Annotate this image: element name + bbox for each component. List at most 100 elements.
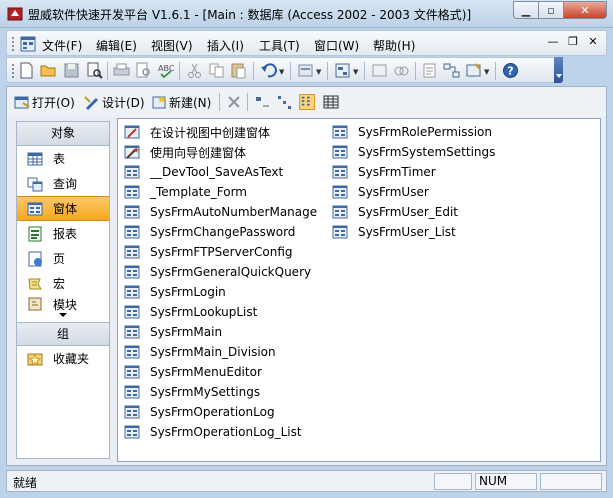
list-item[interactable]: __DevTool_SaveAsText xyxy=(124,162,317,182)
form-icon xyxy=(124,205,140,219)
list-item[interactable]: 使用向导创建窗体 xyxy=(124,142,317,162)
new-icon xyxy=(152,95,166,109)
office-links-dropdown-icon[interactable]: ▼ xyxy=(316,68,321,76)
list-item-label: SysFrmGeneralQuickQuery xyxy=(150,265,312,279)
new-file-icon[interactable] xyxy=(18,62,35,79)
new-button[interactable]: 新建(N) xyxy=(151,93,211,111)
database-toolbar: 打开(O) 设计(D) 新建(N) xyxy=(7,87,606,117)
table-icon xyxy=(27,152,43,165)
objects-item[interactable]: 报表 xyxy=(17,221,109,246)
svg-text:ABC: ABC xyxy=(158,64,174,73)
objects-item-label: 查询 xyxy=(53,177,78,191)
large-icons-view-icon[interactable] xyxy=(254,94,270,110)
new-object-icon[interactable] xyxy=(465,62,482,79)
list-item[interactable]: SysFrmMain xyxy=(124,322,317,342)
menu-tools[interactable]: 工具(T) xyxy=(259,37,300,54)
objects-item[interactable]: 模块 xyxy=(17,296,109,312)
form-icon xyxy=(124,345,140,359)
menu-file[interactable]: 文件(F) xyxy=(42,37,82,54)
objects-item[interactable]: 查询 xyxy=(17,171,109,196)
cut-icon[interactable] xyxy=(186,62,203,79)
paste-icon[interactable] xyxy=(230,62,247,79)
menu-help[interactable]: 帮助(H) xyxy=(373,37,415,54)
open-button[interactable]: 打开(O) xyxy=(14,93,75,111)
open-folder-icon[interactable] xyxy=(40,62,57,79)
details-view-icon[interactable] xyxy=(323,94,339,110)
analyze-dropdown-icon[interactable]: ▼ xyxy=(353,68,358,76)
list-item[interactable]: SysFrmMain_Division xyxy=(124,342,317,362)
toolbar-options-button[interactable] xyxy=(554,57,563,83)
toolbar-separator xyxy=(219,93,220,111)
list-item[interactable]: SysFrmChangePassword xyxy=(124,222,317,242)
list-item-label: SysFrmTimer xyxy=(358,165,436,179)
groups-header[interactable]: 组 xyxy=(17,322,109,346)
print-preview-icon[interactable] xyxy=(135,62,152,79)
file-search-icon[interactable] xyxy=(86,62,103,79)
list-item[interactable]: SysFrmFTPServerConfig xyxy=(124,242,317,262)
office-links-icon[interactable] xyxy=(297,62,314,79)
relationships-icon[interactable] xyxy=(443,62,460,79)
save-icon[interactable] xyxy=(63,62,80,79)
list-item[interactable]: SysFrmMySettings xyxy=(124,382,317,402)
list-item[interactable]: 在设计视图中创建窗体 xyxy=(124,122,317,142)
list-item[interactable]: SysFrmTimer xyxy=(332,162,495,182)
objects-item-label: 模块 xyxy=(53,298,78,312)
mdi-restore-button[interactable]: ❐ xyxy=(566,35,580,48)
undo-icon[interactable] xyxy=(260,62,277,79)
mdi-close-button[interactable]: ✕ xyxy=(586,35,600,48)
database-window: 打开(O) 设计(D) 新建(N) 对象 表查询窗体 报表页宏模块 组 收藏夹 在… xyxy=(6,86,607,466)
objects-header[interactable]: 对象 xyxy=(17,122,109,146)
list-item[interactable]: SysFrmOperationLog_List xyxy=(124,422,317,442)
form-icon xyxy=(124,165,140,179)
list-item[interactable]: SysFrmMenuEditor xyxy=(124,362,317,382)
design-button[interactable]: 设计(D) xyxy=(84,93,145,111)
new-object-dropdown-icon[interactable]: ▼ xyxy=(484,68,489,76)
list-item[interactable]: SysFrmLookupList xyxy=(124,302,317,322)
minimize-button[interactable]: ▁ xyxy=(513,1,538,19)
groups-item[interactable]: 收藏夹 xyxy=(17,346,109,371)
list-item[interactable]: SysFrmUser_List xyxy=(332,222,495,242)
new-label: 新建(N) xyxy=(169,95,212,110)
database-window-icon[interactable] xyxy=(20,36,36,52)
menu-edit[interactable]: 编辑(E) xyxy=(96,37,137,54)
menu-window[interactable]: 窗口(W) xyxy=(314,37,359,54)
list-item[interactable]: SysFrmLogin xyxy=(124,282,317,302)
menu-view[interactable]: 视图(V) xyxy=(151,37,193,54)
close-button[interactable]: ✕ xyxy=(563,1,607,19)
undo-dropdown-icon[interactable]: ▼ xyxy=(279,68,284,76)
properties-icon[interactable] xyxy=(421,62,438,79)
list-item-label: SysFrmMain xyxy=(150,325,223,339)
code-icon[interactable] xyxy=(371,62,388,79)
print-icon[interactable] xyxy=(113,62,130,79)
objects-item[interactable]: 宏 xyxy=(17,271,109,296)
help-icon[interactable]: ? xyxy=(502,62,519,79)
list-item[interactable]: SysFrmGeneralQuickQuery xyxy=(124,262,317,282)
objects-item[interactable]: 窗体 xyxy=(17,196,109,221)
toolbar-separator xyxy=(290,62,291,80)
objects-item-label: 页 xyxy=(53,252,66,266)
list-item[interactable]: SysFrmRolePermission xyxy=(332,122,495,142)
list-item[interactable]: SysFrmUser_Edit xyxy=(332,202,495,222)
objects-item[interactable]: 页 xyxy=(17,246,109,271)
mdi-minimize-button[interactable]: — xyxy=(546,35,560,48)
list-item-label: SysFrmUser_Edit xyxy=(358,205,459,219)
toolbar-grip[interactable] xyxy=(11,63,15,79)
list-item[interactable]: SysFrmOperationLog xyxy=(124,402,317,422)
script-editor-icon[interactable] xyxy=(393,62,410,79)
analyze-icon[interactable] xyxy=(334,62,351,79)
list-item[interactable]: SysFrmSystemSettings xyxy=(332,142,495,162)
menu-insert[interactable]: 插入(I) xyxy=(207,37,244,54)
delete-icon[interactable] xyxy=(226,94,242,110)
list-item[interactable]: SysFrmAutoNumberManage xyxy=(124,202,317,222)
objects-scroll-down-button[interactable] xyxy=(17,312,109,320)
spelling-icon[interactable]: ABC xyxy=(157,62,174,79)
small-icons-view-icon[interactable] xyxy=(277,94,293,110)
status-bar: 就绪 NUM xyxy=(6,470,607,492)
maximize-button[interactable]: ▫ xyxy=(538,1,563,19)
list-item[interactable]: SysFrmUser xyxy=(332,182,495,202)
list-view-icon[interactable] xyxy=(299,94,315,110)
menubar-grip[interactable] xyxy=(11,36,15,52)
copy-icon[interactable] xyxy=(208,62,225,79)
list-item[interactable]: _Template_Form xyxy=(124,182,317,202)
objects-item[interactable]: 表 xyxy=(17,146,109,171)
